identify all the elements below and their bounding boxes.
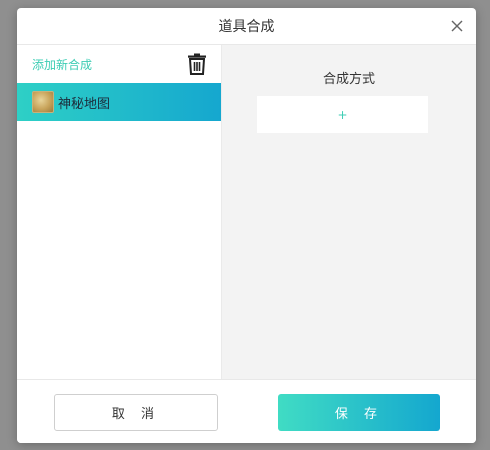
list-item-label: 神秘地图 xyxy=(58,96,111,112)
synthesis-item-list: 神秘地图 xyxy=(17,83,221,121)
synthesis-method-panel: 合成方式 + xyxy=(222,45,476,379)
trash-icon xyxy=(188,53,206,75)
list-item-selected[interactable]: 神秘地图 xyxy=(17,83,221,121)
add-method-button[interactable]: + xyxy=(257,96,428,133)
synthesis-list-panel: 添加新合成 神秘地图 xyxy=(17,45,222,379)
dialog-header: 道具合成 xyxy=(17,8,476,45)
dialog-footer: 取 消 保 存 xyxy=(17,379,476,443)
close-icon xyxy=(451,20,463,32)
dialog-title: 道具合成 xyxy=(218,19,275,35)
close-button[interactable] xyxy=(448,17,466,35)
plus-icon: + xyxy=(337,107,348,122)
item-synthesis-dialog: 道具合成 添加新合成 神秘地图 合成方式 + 取 消 保 存 xyxy=(17,8,476,443)
synthesis-method-title: 合成方式 xyxy=(322,72,375,87)
list-toolbar: 添加新合成 xyxy=(17,45,221,83)
map-thumbnail-icon xyxy=(32,91,54,113)
cancel-button[interactable]: 取 消 xyxy=(54,394,218,431)
delete-button[interactable] xyxy=(187,53,207,75)
add-new-synthesis-link[interactable]: 添加新合成 xyxy=(32,56,92,73)
save-button[interactable]: 保 存 xyxy=(278,394,440,431)
